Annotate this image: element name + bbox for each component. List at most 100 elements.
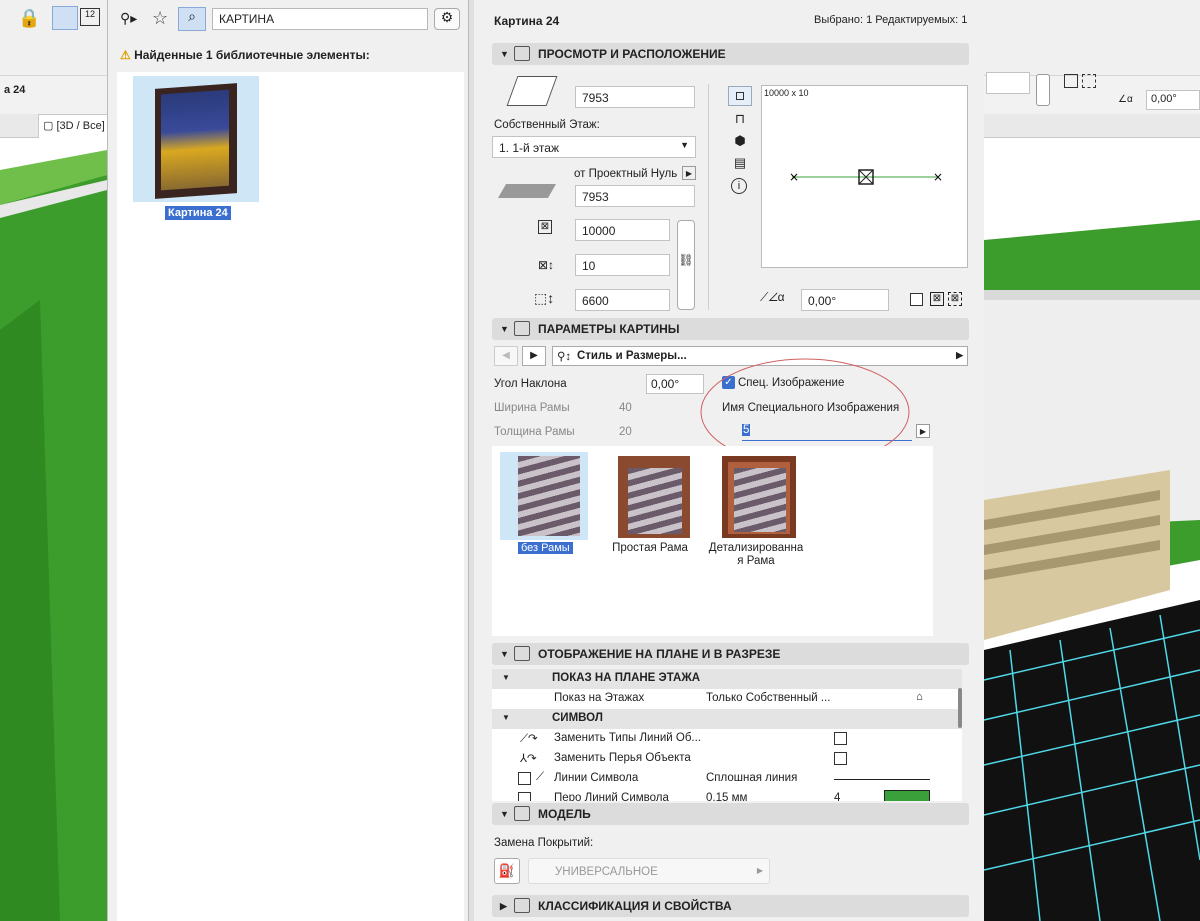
chain-link-icon[interactable]: ⛓ xyxy=(677,220,695,310)
section-plan-label: ОТОБРАЖЕНИЕ НА ПЛАНЕ И В РАЗРЕЗЕ xyxy=(538,647,781,661)
symbol-lines-label: Линии Символа xyxy=(554,772,639,784)
section-model[interactable]: ▼ МОДЕЛЬ xyxy=(492,803,969,825)
depth-input[interactable]: 10 xyxy=(575,254,670,276)
custom-image-menu-icon[interactable]: ▶ xyxy=(916,424,930,438)
mirror-checkbox[interactable] xyxy=(910,293,923,306)
section-view-icon[interactable]: ⊓ xyxy=(731,110,749,128)
stories-icon: ⌂ xyxy=(916,691,923,703)
search-input[interactable]: КАРТИНА xyxy=(212,8,428,30)
reference-menu-icon[interactable]: ▶ xyxy=(682,166,696,180)
lock-icon[interactable]: 🔒 xyxy=(18,8,40,29)
override-line-types-row[interactable]: ⟋↷ Заменить Типы Линий Об... xyxy=(492,729,962,749)
section-plan[interactable]: ▼ ОТОБРАЖЕНИЕ НА ПЛАНЕ И В РАЗРЕЗЕ xyxy=(492,643,969,665)
params-section-icon xyxy=(514,321,530,336)
show-on-stories-label: Показ на Этажах xyxy=(554,692,645,704)
elevation-top-input[interactable]: 7953 xyxy=(575,86,695,108)
page-select-label: Стиль и Размеры... xyxy=(577,350,687,362)
frame-thickness-label: Толщина Рамы xyxy=(494,426,575,438)
override-pens-checkbox[interactable] xyxy=(834,752,847,765)
angle-icon: ∠α xyxy=(1118,94,1133,105)
depth-icon: ⊠↕ xyxy=(538,258,555,272)
frame-option-simple[interactable] xyxy=(606,452,694,540)
group-symbol[interactable]: ▼ СИМВОЛ xyxy=(492,709,962,729)
frame-option-simple-label[interactable]: Простая Рама xyxy=(602,542,698,554)
objects-icon[interactable]: ⚲▸ xyxy=(120,10,137,27)
film-icon[interactable]: ▤ xyxy=(731,154,749,172)
layers-icon[interactable] xyxy=(52,6,78,30)
collapse-arrow-icon: ▼ xyxy=(500,324,509,334)
collapse-arrow-icon: ▼ xyxy=(502,673,510,682)
expand-arrow-icon: ▶ xyxy=(500,901,507,911)
settings-dialog: Картина 24 Выбрано: 1 Редактируемых: 1 ▼… xyxy=(468,0,984,921)
link-icon[interactable] xyxy=(1036,74,1050,106)
elevation-ref-input[interactable]: 7953 xyxy=(575,185,695,207)
info-field[interactable] xyxy=(986,72,1030,94)
paint-bucket-icon[interactable]: ⛽ xyxy=(494,858,520,884)
section-view-label: ПРОСМОТР И РАСПОЛОЖЕНИЕ xyxy=(538,47,726,61)
symbol-lines-row[interactable]: ⟋ Линии Символа Сплошная линия xyxy=(492,769,962,789)
home-story-select[interactable]: 1. 1-й этаж ▼ xyxy=(492,136,696,158)
section-model-label: МОДЕЛЬ xyxy=(538,807,591,821)
frame-option-none-label[interactable]: без Рамы xyxy=(518,542,573,554)
line-type-icon: ⟋↷ xyxy=(520,733,538,745)
svg-text:×: × xyxy=(933,170,943,184)
frame-option-detailed-label[interactable]: Детализированна я Рама xyxy=(698,542,814,568)
library-item-label[interactable]: Картина 24 xyxy=(165,206,231,220)
pen-color-swatch[interactable] xyxy=(884,790,930,801)
line-sample xyxy=(834,779,930,780)
symbol-lines-checkbox[interactable] xyxy=(518,772,531,785)
section-view[interactable]: ▼ ПРОСМОТР И РАСПОЛОЖЕНИЕ xyxy=(492,43,969,65)
group-symbol-label: СИМВОЛ xyxy=(552,712,603,724)
frame-option-detailed[interactable] xyxy=(712,452,800,540)
mirror-icon[interactable]: ⊠ xyxy=(930,292,944,306)
next-page-icon[interactable]: ▶ xyxy=(522,346,546,366)
override-line-types-checkbox[interactable] xyxy=(834,732,847,745)
section-classification[interactable]: ▶ КЛАССИФИКАЦИЯ И СВОЙСТВА xyxy=(492,895,969,917)
group-floor-plan-label: ПОКАЗ НА ПЛАНЕ ЭТАЖА xyxy=(552,672,701,684)
tilt-input[interactable]: 0,00° xyxy=(646,374,704,394)
tab-3d[interactable]: ▢ [3D / Все] xyxy=(38,114,110,138)
search-icon[interactable]: ⌕ xyxy=(178,7,206,31)
plan-section-icon xyxy=(514,646,530,661)
tab-3d-label: [3D / Все] xyxy=(56,120,105,132)
3d-view-icon[interactable]: ⬢ xyxy=(731,132,749,150)
angle-field[interactable]: 0,00° xyxy=(1146,90,1200,110)
scrollbar[interactable] xyxy=(958,688,962,728)
surface-override-label: Замена Покрытий: xyxy=(494,837,594,849)
symbol-pens-number: 4 xyxy=(834,792,841,801)
prev-page-icon[interactable]: ◀ xyxy=(494,346,518,366)
height-icon: ⬚↕ xyxy=(534,290,555,306)
info-icon[interactable]: i xyxy=(731,178,747,194)
found-label: Найденные 1 библиотечные элементы: xyxy=(134,48,370,62)
symbol-pens-row[interactable]: Перо Линий Символа 0,15 мм 4 xyxy=(492,789,962,801)
plan-view-icon[interactable] xyxy=(728,86,752,106)
width-input[interactable]: 10000 xyxy=(575,219,670,241)
mirror-dashed-icon[interactable]: ⊠ xyxy=(948,292,962,306)
symbol-pens-checkbox[interactable] xyxy=(518,792,531,801)
frame-width-value: 40 xyxy=(619,402,632,414)
mirror-dashed-icon[interactable] xyxy=(1082,74,1096,88)
width-icon: ⊠ xyxy=(538,220,552,234)
selection-info: Выбрано: 1 Редактируемых: 1 xyxy=(814,14,968,26)
library-item-thumbnail[interactable] xyxy=(133,76,259,202)
rotation-input[interactable]: 0,00° xyxy=(801,289,889,311)
preview-canvas[interactable]: 10000 x 10 × × xyxy=(761,85,968,268)
surface-value: УНИВЕРСАЛЬНОЕ xyxy=(555,866,658,878)
height-input[interactable]: 6600 xyxy=(575,289,670,311)
frame-thickness-value: 20 xyxy=(619,426,632,438)
dimension-icon[interactable]: 12 xyxy=(80,8,100,26)
mirror-icon[interactable] xyxy=(1064,74,1078,88)
frame-option-none[interactable] xyxy=(500,452,588,540)
override-pens-row[interactable]: ⅄↷ Заменить Перья Объекта xyxy=(492,749,962,769)
cube-icon: ▢ xyxy=(43,120,57,132)
warning-icon: ⚠ xyxy=(120,48,135,62)
home-story-label: Собственный Этаж: xyxy=(494,119,600,131)
star-icon[interactable]: ☆ xyxy=(152,8,168,29)
show-on-stories-row[interactable]: Показ на Этажах Только Собственный ... ⌂ xyxy=(492,689,962,709)
surface-select[interactable]: УНИВЕРСАЛЬНОЕ ▶ xyxy=(528,858,770,884)
gear-icon[interactable]: ⚙ xyxy=(434,8,460,30)
section-params[interactable]: ▼ ПАРАМЕТРЫ КАРТИНЫ xyxy=(492,318,969,340)
group-floor-plan[interactable]: ▼ ПОКАЗ НА ПЛАНЕ ЭТАЖА xyxy=(492,669,962,689)
frame-width-label: Ширина Рамы xyxy=(494,402,570,414)
splitter[interactable] xyxy=(468,0,474,921)
